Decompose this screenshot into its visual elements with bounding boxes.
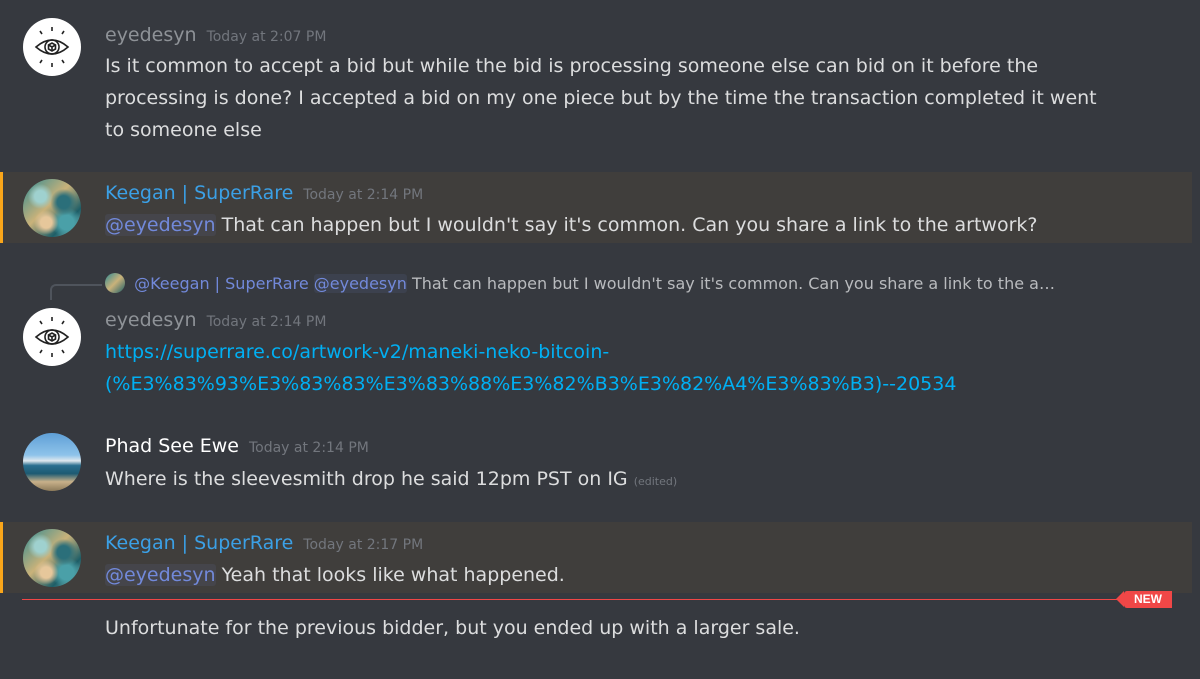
message-text: Where is the sleevesmith drop he said 12… [105,463,1115,498]
avatar-eyedesyn[interactable] [23,308,81,366]
author-label[interactable]: Keegan | SuperRare [105,532,293,554]
author-name[interactable]: eyedesyn Today at 2:07 PM [105,24,326,46]
message-group-1: eyedesyn Today at 2:07 PM Is it common to… [0,10,1192,150]
message-link: https://superrare.co/artwork-v2/maneki-n… [105,336,1115,400]
author-label[interactable]: eyedesyn [105,24,197,46]
message-group-5: Keegan | SuperRare Today at 2:17 PM @eyed… [0,522,1192,593]
new-badge: NEW [1116,591,1172,608]
reply-author[interactable]: @Keegan | SuperRare [134,274,309,293]
avatar-eyedesyn[interactable] [23,18,81,76]
message-body: Yeah that looks like what happened. [215,564,565,586]
message-text: @eyedesyn That can happen but I wouldn't… [105,209,1115,241]
avatar-keegan[interactable] [23,529,81,587]
timestamp: Today at 2:07 PM [206,29,327,45]
timestamp: Today at 2:14 PM [248,440,369,456]
author-name[interactable]: Keegan | SuperRare Today at 2:14 PM [105,182,423,204]
message-text: Is it common to accept a bid but while t… [105,55,1097,141]
author-label[interactable]: eyedesyn [105,309,197,331]
new-messages-divider [22,599,1140,600]
author-name[interactable]: eyedesyn Today at 2:14 PM [105,309,326,331]
edited-label: (edited) [633,475,678,488]
message-group-4: Phad See Ewe Today at 2:14 PM Where is th… [0,425,1192,505]
eye-icon [34,27,70,67]
message-group-2: Keegan | SuperRare Today at 2:14 PM @eyed… [0,172,1192,243]
reply-preview[interactable]: @Keegan | SuperRare @eyedesyn That can h… [105,273,1055,293]
avatar-keegan[interactable] [23,179,81,237]
reply-text: That can happen but I wouldn't say it's … [411,274,1055,293]
eye-icon [34,317,70,357]
artwork-link[interactable]: https://superrare.co/artwork-v2/maneki-n… [105,336,1115,368]
avatar-phad[interactable] [23,433,81,491]
author-name[interactable]: Phad See Ewe Today at 2:14 PM [105,435,369,457]
reply-mention[interactable]: @eyedesyn [313,274,407,293]
user-mention[interactable]: @eyedesyn [105,564,216,586]
reply-avatar [105,273,125,293]
author-label[interactable]: Phad See Ewe [105,435,239,457]
timestamp: Today at 2:14 PM [303,187,424,203]
timestamp: Today at 2:14 PM [206,314,327,330]
message-body: That can happen but I wouldn't say it's … [215,214,1038,236]
timestamp: Today at 2:17 PM [303,537,424,553]
message-body: Where is the sleevesmith drop he said 12… [105,468,628,490]
author-label[interactable]: Keegan | SuperRare [105,182,293,204]
reply-spine [50,284,102,300]
author-name[interactable]: Keegan | SuperRare Today at 2:17 PM [105,532,423,554]
message-group-3: eyedesyn Today at 2:14 PM https://superra… [0,300,1192,410]
message-text: @eyedesyn Yeah that looks like what happ… [105,559,1115,591]
followup-message: Unfortunate for the previous bidder, but… [105,617,800,639]
artwork-link-continued[interactable]: (%E3%83%93%E3%83%83%E3%83%88%E3%82%B3%E3… [105,368,1115,400]
user-mention[interactable]: @eyedesyn [105,214,216,236]
